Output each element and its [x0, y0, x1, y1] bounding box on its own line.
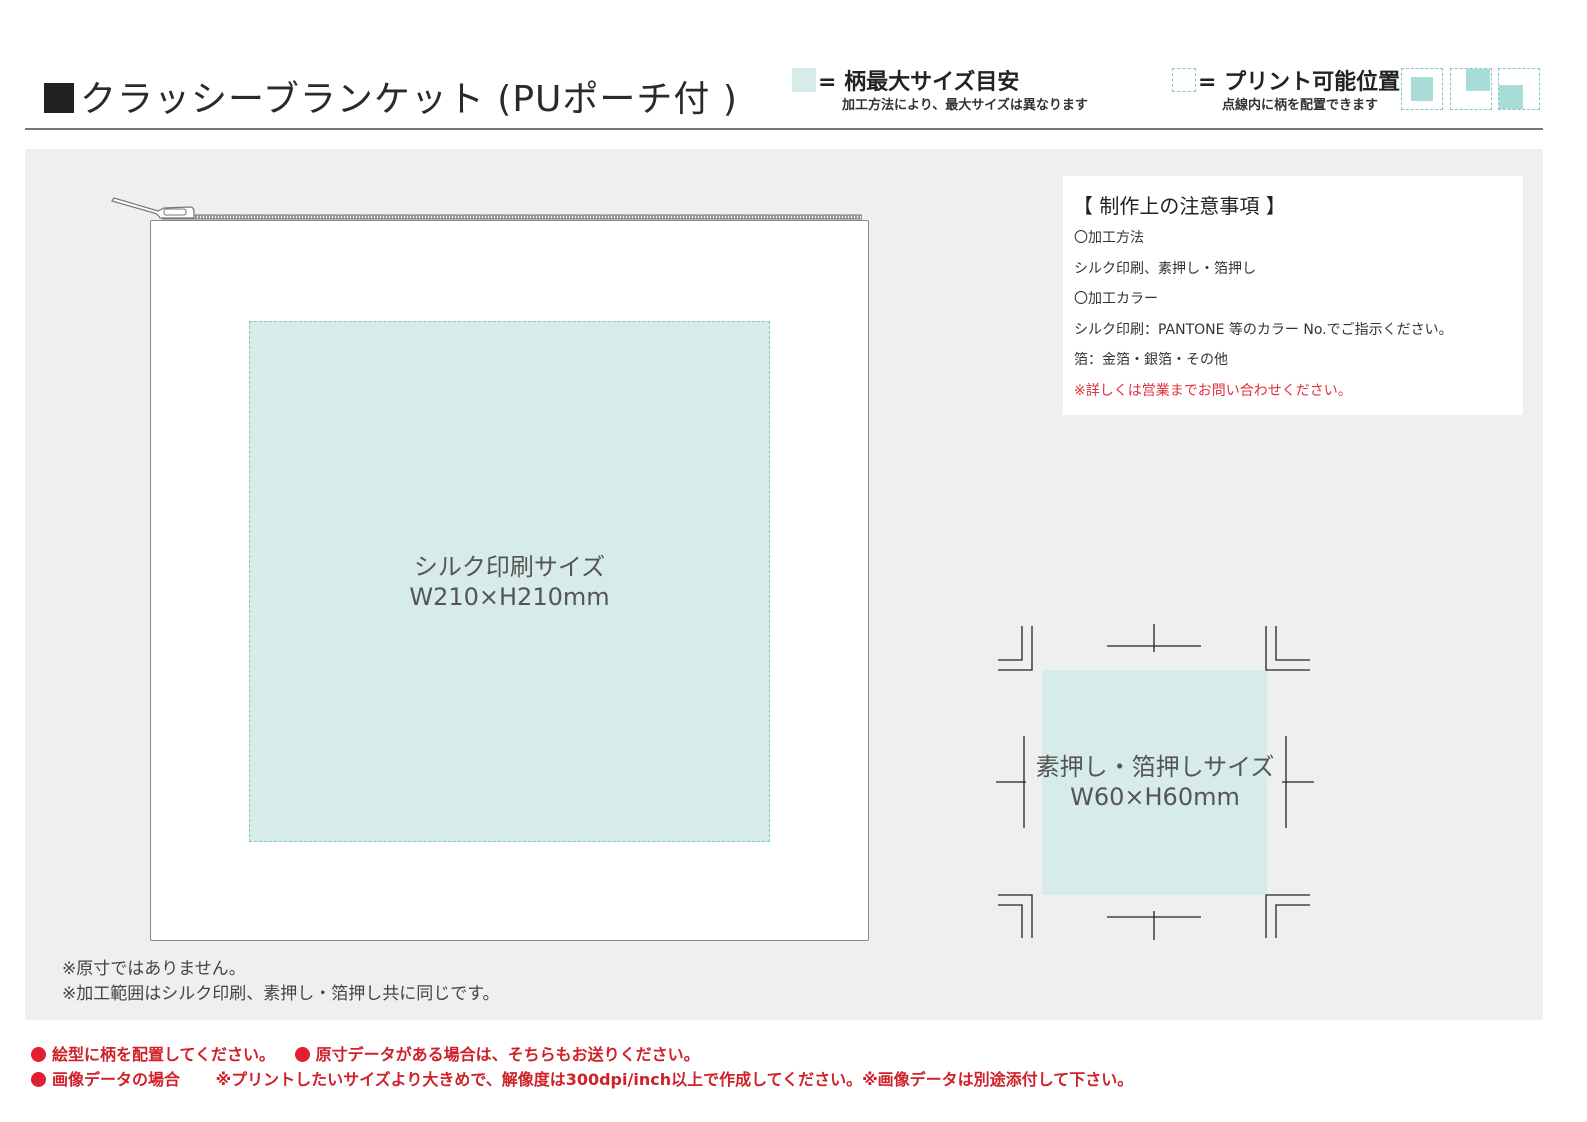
- legend-max-sub: 加工方法により、最大サイズは異なります: [842, 98, 1088, 113]
- print-position-swatch-icon: [1172, 68, 1196, 92]
- emboss-area-size: W60×H60mm: [1070, 783, 1240, 811]
- disclaimer-line: ※原寸ではありません。: [62, 959, 246, 979]
- bullet-icon: [31, 1047, 46, 1062]
- emboss-label-group: 素押し・箔押しサイズ W60×H60mm: [1015, 670, 1295, 895]
- bullet-icon: [31, 1072, 46, 1087]
- footer-text: 画像データの場合: [52, 1070, 181, 1089]
- footer-line-1: 絵型に柄を配置してください。 原寸データがある場合は、そちらもお送りください。: [31, 1041, 700, 1065]
- header-divider: [25, 128, 1543, 130]
- emboss-area-name: 素押し・箔押しサイズ: [1035, 753, 1275, 781]
- max-size-swatch-icon: [792, 68, 816, 92]
- notes-line: 〇加工カラー: [1074, 291, 1158, 307]
- title-square-icon: [44, 83, 74, 113]
- legend-max-label: = 柄最大サイズ目安: [818, 70, 1020, 95]
- notes-line: シルク印刷：PANTONE 等のカラー No.でご指示ください。: [1074, 322, 1453, 338]
- legend-print-label: = プリント可能位置: [1198, 70, 1401, 95]
- footer-text: 原寸データがある場合は、そちらもお送りください。: [315, 1045, 700, 1064]
- notes-title: 【 制作上の注意事項 】: [1073, 194, 1286, 218]
- page-title-text: クラッシーブランケット (PUポーチ付 ): [80, 79, 738, 120]
- bullet-icon: [294, 1047, 310, 1062]
- disclaimer-line: ※加工範囲はシルク印刷、素押し・箔押し共に同じです。: [62, 984, 500, 1004]
- notes-line: 箔：金箔・銀箔・その他: [1074, 352, 1228, 368]
- position-example-center-icon: [1401, 68, 1443, 110]
- page-title: クラッシーブランケット (PUポーチ付 ): [44, 70, 738, 122]
- notes-line: シルク印刷、素押し・箔押し: [1074, 261, 1256, 277]
- notes-line: 〇加工方法: [1074, 230, 1144, 246]
- disclaimer: ※原寸ではありません。 ※加工範囲はシルク印刷、素押し・箔押し共に同じです。: [62, 957, 500, 1007]
- notes-warning: ※詳しくは営業までお問い合わせください。: [1074, 383, 1352, 399]
- silk-print-area: シルク印刷サイズ W210×H210mm: [249, 321, 770, 842]
- legend-print-sub: 点線内に柄を配置できます: [1222, 98, 1379, 113]
- silk-print-area-name: シルク印刷サイズ: [413, 553, 606, 581]
- footer-line-2: 画像データの場合 ※プリントしたいサイズより大きめで、解像度は300dpi/in…: [31, 1066, 1133, 1090]
- production-notes-panel: 【 制作上の注意事項 】 〇加工方法 シルク印刷、素押し・箔押し 〇加工カラー …: [1063, 176, 1523, 415]
- footer-text: ※プリントしたいサイズより大きめで、解像度は300dpi/inch以上で作成して…: [215, 1070, 1134, 1089]
- position-example-top-icon: [1450, 68, 1492, 110]
- footer-text: 絵型に柄を配置してください。: [52, 1045, 276, 1064]
- position-example-bottom-icon: [1498, 68, 1540, 110]
- silk-print-area-size: W210×H210mm: [409, 583, 610, 611]
